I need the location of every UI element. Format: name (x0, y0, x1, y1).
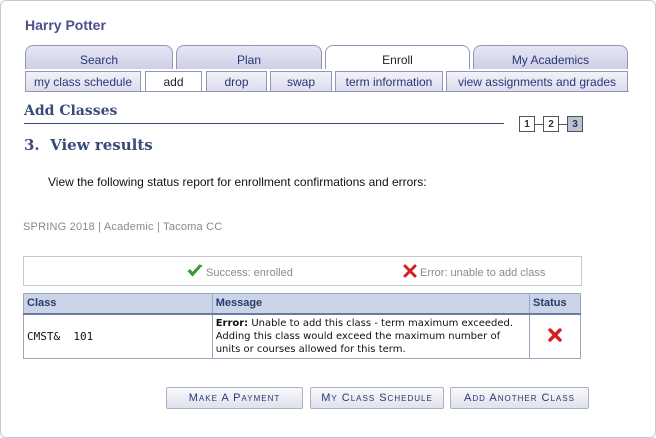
instructions-text: View the following status report for enr… (48, 175, 427, 189)
legend-success: Success: enrolled (187, 264, 293, 281)
subtab-my-class-schedule[interactable]: my class schedule (25, 71, 141, 91)
add-another-class-button[interactable]: Add Another Class (450, 387, 589, 409)
tab-my-academics[interactable]: My Academics (473, 45, 628, 69)
make-payment-button[interactable]: Make A Payment (166, 387, 303, 409)
subtab-drop[interactable]: drop (206, 71, 267, 91)
column-header-status: Status (529, 293, 581, 314)
checkmark-icon (187, 264, 206, 281)
x-icon (403, 264, 420, 281)
message-cell: Error: Unable to add this class - term m… (211, 312, 531, 359)
step-indicator: 1 2 3 (519, 116, 583, 132)
step-1: 1 (519, 116, 535, 132)
class-cell: CMST& 101 (23, 312, 213, 359)
results-table: Class Message Status CMST& 101 Error: Un… (23, 293, 581, 359)
table-header-row: Class Message Status (23, 293, 581, 314)
sub-tabs: my class schedule add drop swap term inf… (25, 71, 629, 91)
step-connector (535, 123, 543, 125)
action-buttons: Make A Payment My Class Schedule Add Ano… (0, 387, 656, 409)
legend-error: Error: unable to add class (403, 264, 545, 281)
subtab-add[interactable]: add (145, 71, 202, 91)
x-icon (547, 327, 563, 346)
tab-plan[interactable]: Plan (176, 45, 322, 69)
tab-enroll[interactable]: Enroll (325, 45, 470, 69)
status-legend: Success: enrolled Error: unable to add c… (23, 256, 582, 286)
tab-search[interactable]: Search (25, 45, 173, 69)
step-connector (559, 123, 567, 125)
error-prefix: Error: (215, 317, 249, 329)
table-row: CMST& 101 Error: Unable to add this clas… (23, 312, 581, 359)
error-message: Unable to add this class - term maximum … (215, 317, 514, 355)
step-2: 2 (543, 116, 559, 132)
step-3: 3 (567, 116, 583, 132)
subtab-term-information[interactable]: term information (335, 71, 443, 91)
legend-success-label: Success: enrolled (206, 266, 293, 279)
page-title: Add Classes (24, 103, 118, 119)
term-info: SPRING 2018 | Academic | Tacoma CC (23, 221, 223, 233)
status-cell (529, 312, 581, 359)
subtab-swap[interactable]: swap (270, 71, 332, 91)
subtab-divider (25, 91, 629, 92)
subtab-view-assignments-and-grades[interactable]: view assignments and grades (446, 71, 628, 91)
legend-error-label: Error: unable to add class (420, 266, 546, 279)
my-class-schedule-button[interactable]: My Class Schedule (310, 387, 444, 409)
column-header-message: Message (211, 293, 531, 314)
step-heading: 3. View results (24, 136, 153, 154)
title-divider (24, 123, 504, 124)
main-tabs: Search Plan Enroll My Academics (25, 45, 629, 69)
student-name: Harry Potter (25, 17, 106, 33)
column-header-class: Class (23, 293, 213, 314)
